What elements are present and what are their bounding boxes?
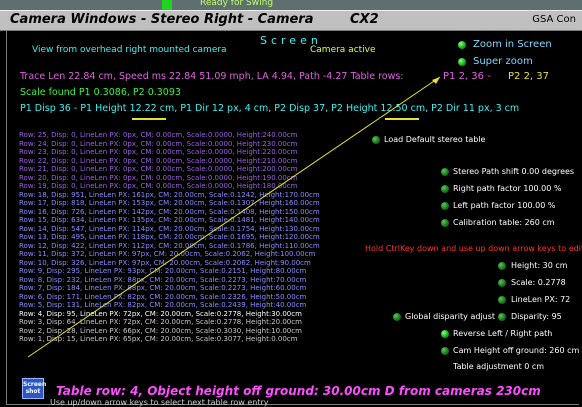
table-row[interactable]: Row: 15, Disp: 634, LineLen PX: 135px, C…	[19, 216, 379, 225]
hold-ctrl-hint: Hold CtrlKey down and use up down arrow …	[365, 244, 582, 253]
table-row[interactable]: Row: 21, Disp: 0, LineLen PX: 0px, CM: 0…	[19, 165, 379, 174]
height-label[interactable]: Height: 30 cm	[511, 261, 568, 270]
p1-height-underline	[132, 118, 166, 120]
table-row[interactable]: Row: 8, Disp: 232, LineLen PX: 88px, CM:…	[19, 276, 379, 285]
height-indicator[interactable]	[498, 262, 506, 270]
p1-position: P1 2, 36 -	[443, 71, 491, 82]
right-path-factor-indicator[interactable]	[441, 185, 449, 193]
table-row[interactable]: Row: 20, Disp: 0, LineLen PX: 0px, CM: 0…	[19, 174, 379, 183]
table-row[interactable]: Row: 1, Disp: 15, LineLen PX: 65px, CM: …	[19, 335, 379, 344]
table-row[interactable]: Row: 25, Disp: 0, LineLen PX: 0px, CM: 0…	[19, 131, 379, 140]
table-row[interactable]: Row: 18, Disp: 951, LineLen PX: 161px, C…	[19, 191, 379, 200]
table-row[interactable]: Row: 16, Disp: 726, LineLen PX: 142px, C…	[19, 208, 379, 217]
disparity-info: P1 Disp 36 - P1 Height 12.22 cm, P1 Dir …	[20, 103, 520, 114]
reverse-path-indicator[interactable]	[441, 330, 449, 338]
table-row[interactable]: Row: 9, Disp: 295, LineLen PX: 93px, CM:…	[19, 267, 379, 276]
global-disparity-label[interactable]: Global disparity adjust	[405, 312, 495, 321]
screenshot-button[interactable]: Screen shot	[22, 378, 47, 399]
calibration-table-label[interactable]: Calibration table: 260 cm	[453, 218, 555, 227]
table-row[interactable]: Row: 14, Disp: 547, LineLen PX: 114px, C…	[19, 225, 379, 234]
reverse-path-label[interactable]: Reverse Left / Right path	[453, 329, 552, 338]
load-default-indicator[interactable]	[372, 136, 380, 144]
scale-label[interactable]: Scale: 0.2778	[511, 278, 566, 287]
table-row[interactable]: Row: 19, Disp: 0, LineLen PX: 0px, CM: 0…	[19, 182, 379, 191]
table-row[interactable]: Row: 3, Disp: 64, LineLen PX: 72px, CM: …	[19, 318, 379, 327]
zoom-in-indicator[interactable]	[458, 41, 466, 49]
table-row[interactable]: Row: 7, Disp: 184, LineLen PX: 88px, CM:…	[19, 284, 379, 293]
table-row[interactable]: Row: 13, Disp: 495, LineLen PX: 118px, C…	[19, 233, 379, 242]
p2-position: P2 2, 37	[508, 71, 550, 82]
cam-height-label[interactable]: Cam Height off ground: 260 cm	[453, 346, 579, 355]
disparity-indicator[interactable]	[498, 313, 506, 321]
titlebar-right-label: GSA Con	[532, 14, 576, 25]
disparity-label[interactable]: Disparity: 95	[511, 312, 562, 321]
cam-height-indicator[interactable]	[441, 347, 449, 355]
window-titlebar: Camera Windows - Stereo Right - Camera C…	[0, 10, 582, 31]
window-title: Camera Windows - Stereo Right - Camera	[10, 12, 314, 27]
table-row[interactable]: Row: 17, Disp: 818, LineLen PX: 153px, C…	[19, 199, 379, 208]
screenshot-button-line2: shot	[25, 388, 41, 395]
zoom-in-label[interactable]: Zoom in Screen	[473, 39, 552, 50]
navigation-hint: Use up/down arrow keys to select next ta…	[50, 398, 269, 407]
table-adjustment-label: Table adjustment 0 cm	[453, 362, 545, 371]
table-row[interactable]: Row: 10, Disp: 326, LineLen PX: 97px, CM…	[19, 259, 379, 268]
stereo-path-shift-indicator[interactable]	[441, 168, 449, 176]
table-row[interactable]: Row: 5, Disp: 131, LineLen PX: 82px, CM:…	[19, 301, 379, 310]
screenshot-button-line1: Screen	[23, 381, 47, 388]
p2-height-underline	[385, 118, 419, 120]
right-path-factor-label[interactable]: Right path factor 100.00 %	[453, 184, 561, 193]
table-row[interactable]: Row: 11, Disp: 372, LineLen PX: 97px, CM…	[19, 250, 379, 259]
scale-info: Scale found P1 0.3086, P2 0.3093	[20, 87, 181, 98]
table-row[interactable]: Row: 12, Disp: 422, LineLen PX: 112px, C…	[19, 242, 379, 251]
super-zoom-label[interactable]: Super zoom	[473, 56, 533, 67]
camera-id: CX2	[350, 12, 379, 27]
trace-info: Trace Len 22.84 cm, Speed ms 22.84 51.09…	[20, 71, 404, 82]
camera-active-label: Camera active	[310, 45, 376, 55]
table-rows: Row: 25, Disp: 0, LineLen PX: 0px, CM: 0…	[19, 131, 379, 344]
table-row[interactable]: Row: 2, Disp: 28, LineLen PX: 66px, CM: …	[19, 327, 379, 336]
left-path-factor-label[interactable]: Left path factor 100.00 %	[453, 201, 555, 210]
table-row-status: Table row: 4, Object height off ground: …	[56, 384, 541, 398]
load-default-button[interactable]: Load Default stereo table	[384, 135, 485, 144]
table-row[interactable]: Row: 22, Disp: 0, LineLen PX: 0px, CM: 0…	[19, 157, 379, 166]
table-row[interactable]: Row: 24, Disp: 0, LineLen PX: 0px, CM: 0…	[19, 140, 379, 149]
global-disparity-indicator[interactable]	[393, 313, 401, 321]
table-row[interactable]: Row: 6, Disp: 171, LineLen PX: 82px, CM:…	[19, 293, 379, 302]
super-zoom-indicator[interactable]	[458, 58, 466, 66]
table-row[interactable]: Row: 23, Disp: 0, LineLen PX: 0px, CM: 0…	[19, 148, 379, 157]
view-label: View from overhead right mounted camera	[32, 45, 227, 55]
stereo-path-shift-label[interactable]: Stereo Path shift 0.00 degrees	[453, 167, 574, 176]
linelen-indicator[interactable]	[498, 296, 506, 304]
table-row[interactable]: Row: 4, Disp: 95, LineLen PX: 72px, CM: …	[19, 310, 379, 319]
linelen-label[interactable]: LineLen PX: 72	[511, 295, 570, 304]
ready-status: Ready for Swing	[200, 0, 274, 8]
left-path-factor-indicator[interactable]	[441, 202, 449, 210]
calibration-table-indicator[interactable]	[441, 219, 449, 227]
scale-indicator[interactable]	[498, 279, 506, 287]
